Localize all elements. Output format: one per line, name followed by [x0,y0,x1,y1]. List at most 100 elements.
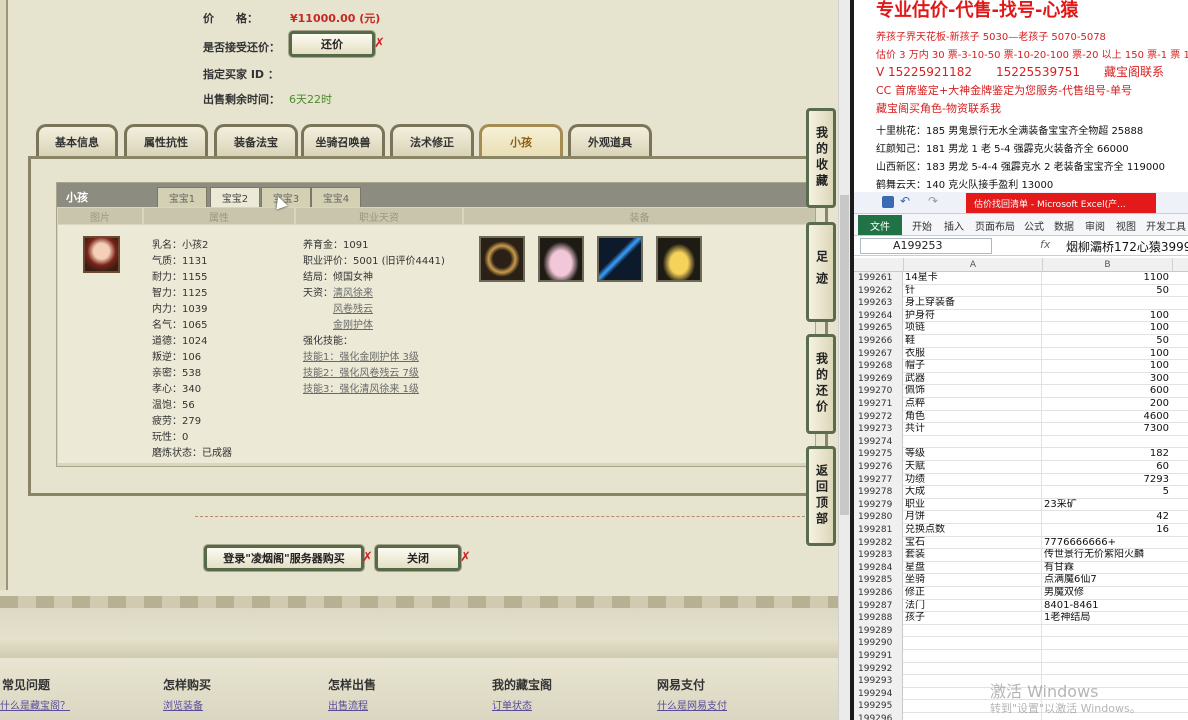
ribbon-tab-page-layout[interactable]: 页面布局 [975,218,1015,233]
cell-b[interactable]: 男魔双修 [1043,587,1173,600]
ribbon-tab-file[interactable]: 文件 [858,215,902,235]
tab-spell-modify[interactable]: 法术修正 [390,124,474,157]
row-number[interactable]: 199292 [854,662,903,676]
cell-a[interactable]: 身上穿装备 [904,297,1042,310]
row-number[interactable]: 199265 [854,322,903,335]
excel-redo-icon[interactable]: ↷ [928,194,938,208]
side-my-favorites-button[interactable]: 我的收藏 [806,108,836,208]
row-number[interactable]: 199290 [854,637,903,650]
skill-link-1[interactable]: 技能1：强化金刚护体 3级 [303,348,419,363]
row-number[interactable]: 199277 [854,473,903,487]
cell-b[interactable] [1043,650,1173,663]
ribbon-tab-view[interactable]: 视图 [1116,218,1136,233]
cell-a[interactable]: 针 [904,284,1042,298]
ribbon-tab-developer[interactable]: 开发工具 [1146,218,1186,233]
cell-b[interactable]: 16 [1043,524,1173,537]
cell-a[interactable]: 14星卡 [904,272,1042,285]
cell-a[interactable]: 项链 [904,322,1042,335]
row-number[interactable]: 199267 [854,347,903,361]
column-header-a[interactable]: A [904,258,1043,272]
footer-link-order-status[interactable]: 订单状态 [492,697,532,712]
excel-save-icon[interactable] [882,196,894,208]
row-number[interactable]: 199282 [854,536,903,550]
footer-link-what-is[interactable]: 什么是藏宝阁？ [0,697,70,712]
cell-b[interactable]: 传世景行无价紫阳火麟 [1043,549,1173,562]
tab-attribute-resist[interactable]: 属性抗性 [124,124,208,157]
row-number[interactable]: 199287 [854,599,903,613]
cell-b[interactable]: 点满魔6仙7 [1043,574,1173,587]
cell-b[interactable]: 23采矿 [1043,499,1173,512]
cell-b[interactable] [1043,297,1173,310]
row-number[interactable]: 199271 [854,398,903,411]
cell-b[interactable]: 1老神结局 [1043,612,1173,625]
row-number[interactable]: 199279 [854,498,903,512]
cell-a[interactable] [904,662,1042,676]
cell-a[interactable]: 修正 [904,587,1042,600]
cell-a[interactable]: 角色 [904,410,1042,424]
ribbon-tab-home[interactable]: 开始 [912,218,932,233]
fx-icon[interactable]: fx [1040,238,1050,251]
cell-a[interactable] [904,637,1042,650]
ribbon-tab-insert[interactable]: 插入 [944,218,964,233]
cell-b[interactable]: 7776666666+ [1043,537,1173,550]
row-number[interactable]: 199261 [854,272,903,285]
cell-b[interactable]: 50 [1043,335,1173,348]
cell-a[interactable]: 点粹 [904,398,1042,411]
cell-a[interactable]: 星盘 [904,561,1042,575]
row-number[interactable]: 199266 [854,335,903,348]
footer-link-browse[interactable]: 浏览装备 [163,697,203,712]
cell-b[interactable]: 200 [1043,398,1173,411]
ribbon-tab-data[interactable]: 数据 [1054,218,1074,233]
cell-b[interactable]: 300 [1043,373,1173,386]
cell-a[interactable]: 武器 [904,372,1042,386]
cell-a[interactable]: 共计 [904,423,1042,436]
row-number[interactable]: 199276 [854,461,903,474]
row-number[interactable]: 199295 [854,700,903,713]
cell-b[interactable]: 8401-8461 [1043,600,1173,613]
cell-b[interactable]: 有甘霖 [1043,562,1173,575]
row-number[interactable]: 199269 [854,372,903,386]
cell-a[interactable]: 大成 [904,486,1042,499]
cell-a[interactable]: 鞋 [904,335,1042,348]
row-number[interactable]: 199289 [854,624,903,638]
equipment-slot-4[interactable] [656,236,702,282]
cell-a[interactable]: 等级 [904,448,1042,461]
cell-a[interactable]: 法门 [904,599,1042,613]
row-number[interactable]: 199272 [854,410,903,424]
equipment-slot-2[interactable] [538,236,584,282]
cell-b[interactable] [1043,436,1173,449]
talent-link-2[interactable]: 风卷残云 [333,300,373,315]
row-number[interactable]: 199264 [854,309,903,323]
footer-link-sell-flow[interactable]: 出售流程 [328,697,368,712]
cell-b[interactable]: 100 [1043,322,1173,335]
buy-on-server-button[interactable]: 登录"凌烟阁"服务器购买 [204,545,364,571]
cell-b[interactable] [1043,625,1173,638]
cell-a[interactable]: 月饼 [904,511,1042,524]
cell-a[interactable]: 护身符 [904,309,1042,323]
ribbon-tab-formulas[interactable]: 公式 [1024,218,1044,233]
cell-b[interactable]: 182 [1043,448,1173,461]
side-footprint-button[interactable]: 足迹 [806,222,836,322]
cell-b[interactable]: 7293 [1043,474,1173,487]
column-header-b[interactable]: B [1043,258,1173,272]
subtab-baby2[interactable]: 宝宝2 [210,187,260,207]
page-scrollbar[interactable] [838,0,850,720]
excel-name-box[interactable]: A199253 [860,238,992,254]
cell-b[interactable]: 100 [1043,360,1173,373]
ribbon-tab-review[interactable]: 审阅 [1085,218,1105,233]
row-number[interactable]: 199281 [854,524,903,537]
tab-basic-info[interactable]: 基本信息 [36,124,118,157]
cell-a[interactable]: 佩饰 [904,385,1042,398]
cell-a[interactable] [904,435,1042,449]
cell-a[interactable] [904,624,1042,638]
cell-b[interactable]: 50 [1043,285,1173,298]
cell-b[interactable] [1043,637,1173,650]
row-number[interactable]: 199262 [854,284,903,298]
excel-select-all[interactable] [854,258,904,272]
row-number[interactable]: 199278 [854,486,903,499]
cell-a[interactable]: 兑换点数 [904,524,1042,537]
cell-a[interactable]: 坐骑 [904,574,1042,587]
cell-b[interactable]: 60 [1043,461,1173,474]
excel-formula-value[interactable]: 烟柳灞桥172心猿3999 [1066,238,1188,255]
row-number[interactable]: 199284 [854,561,903,575]
